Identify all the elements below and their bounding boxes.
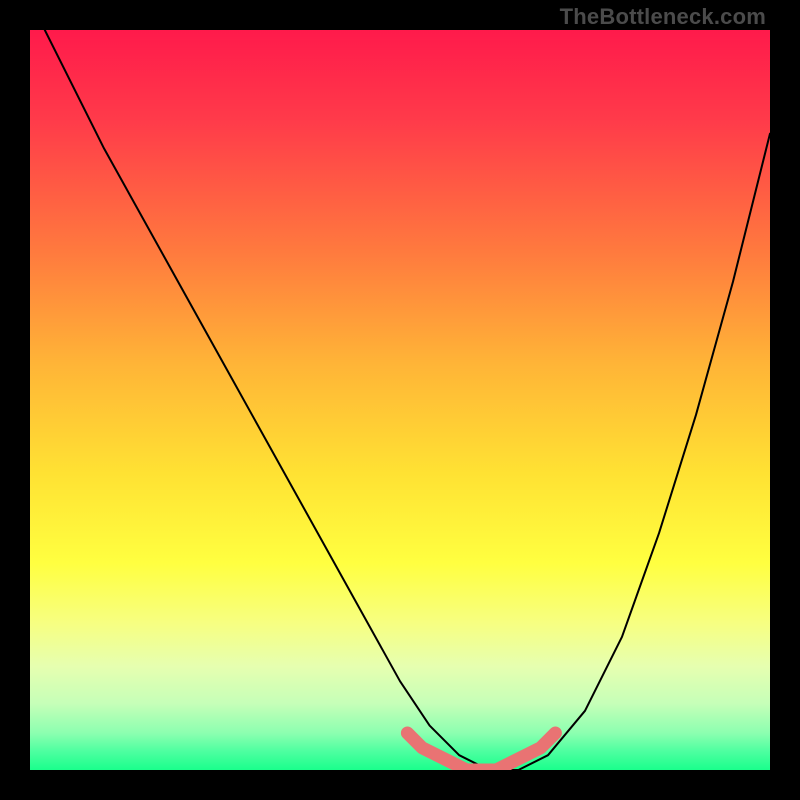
watermark-text: TheBottleneck.com <box>560 4 766 30</box>
chart-svg <box>30 30 770 770</box>
plot-area <box>30 30 770 770</box>
chart-background <box>30 30 770 770</box>
